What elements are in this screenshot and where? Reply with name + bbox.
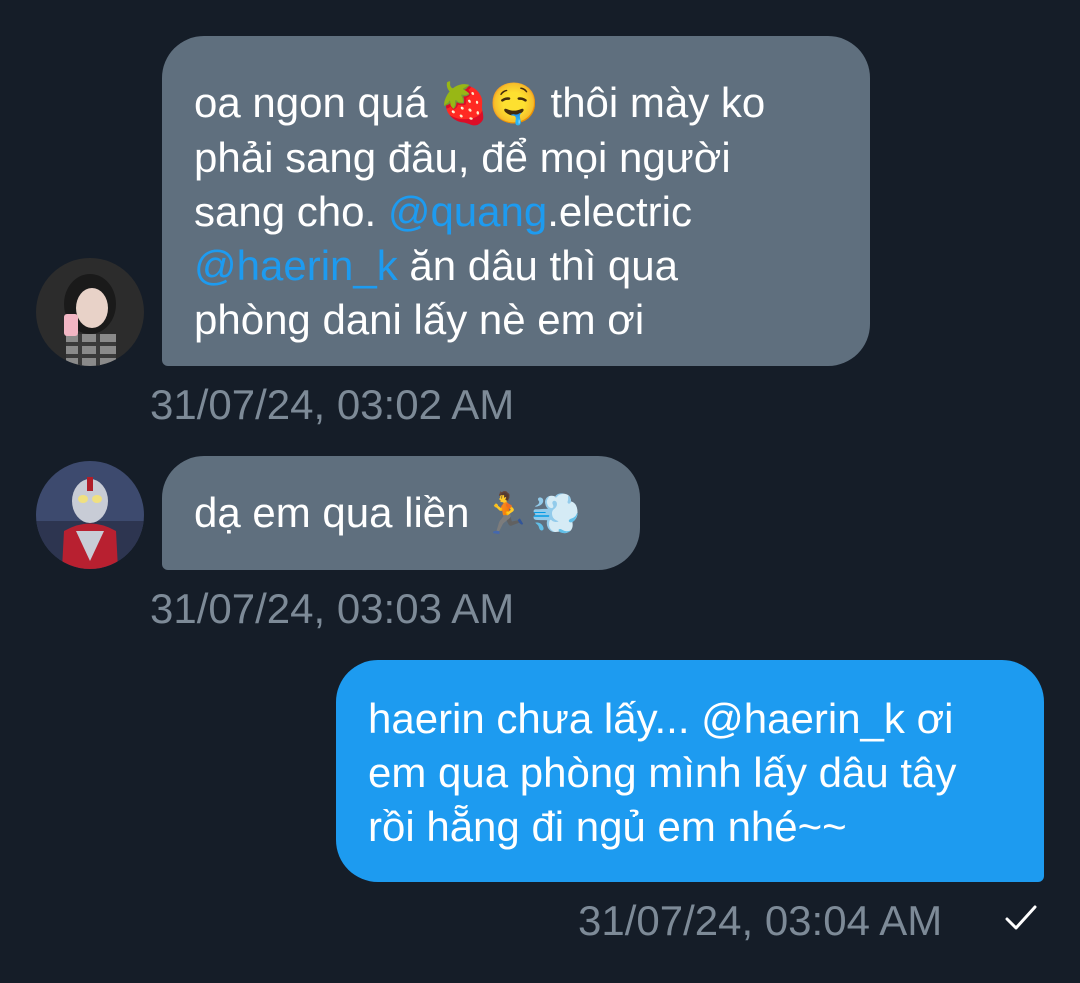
emoji: 🍓 xyxy=(439,81,490,127)
avatar[interactable] xyxy=(36,461,144,569)
message-timestamp: 31/07/24, 03:03 AM xyxy=(150,585,515,632)
message-line: dạ em qua liền 🏃💨 xyxy=(194,486,608,541)
mention-link[interactable]: @haerin_k xyxy=(194,242,398,289)
message-line: @haerin_k ăn dâu thì qua xyxy=(194,239,838,293)
message-text-segment: haerin chưa lấy... @haerin_k ơi xyxy=(368,695,954,742)
emoji: 🤤 xyxy=(489,81,539,127)
message-text-segment: oa ngon quá xyxy=(194,79,440,126)
emoji: 💨 xyxy=(531,491,581,537)
message-line: rồi hẵng đi ngủ em nhé~~ xyxy=(368,800,1012,854)
message-line: phải sang đâu, để mọi người xyxy=(194,131,838,185)
message-line: haerin chưa lấy... @haerin_k ơi xyxy=(368,692,1012,746)
message-text-segment: thôi mày ko xyxy=(538,79,766,126)
message-text: dạ em qua liền 🏃💨 xyxy=(194,486,608,541)
message-line: oa ngon quá 🍓🤤 thôi mày ko xyxy=(194,76,838,131)
avatar-photo xyxy=(36,258,144,366)
message-line: phòng dani lấy nè em ơi xyxy=(194,293,838,347)
message-timestamp: 31/07/24, 03:04 AM xyxy=(578,897,943,944)
emoji: 🏃 xyxy=(481,491,532,537)
message-text-segment: phải sang đâu, để mọi người xyxy=(194,134,731,181)
message-text-segment: sang cho. xyxy=(194,188,388,235)
message-text-segment: ăn dâu thì qua xyxy=(397,242,678,289)
message-text-segment: em qua phòng mình lấy dâu tây xyxy=(368,749,957,796)
avatar-photo xyxy=(36,461,144,569)
message-text: oa ngon quá 🍓🤤 thôi mày ko phải sang đâu,… xyxy=(194,76,838,347)
avatar[interactable] xyxy=(36,258,144,366)
check-icon xyxy=(1005,905,1037,930)
message-text-segment: rồi hẵng đi ngủ em nhé~~ xyxy=(368,803,847,850)
message-line: em qua phòng mình lấy dâu tây xyxy=(368,746,1012,800)
mention-link[interactable]: @quang xyxy=(388,188,547,235)
message-text-segment: dạ em qua liền xyxy=(194,489,482,536)
message-text-segment: .electric xyxy=(547,188,692,235)
message-line: sang cho. @quang.electric xyxy=(194,185,838,239)
message-text: haerin chưa lấy... @haerin_k ơi em qua ph… xyxy=(368,692,1012,854)
message-bubble-outgoing[interactable]: haerin chưa lấy... @haerin_k ơi em qua ph… xyxy=(336,660,1044,882)
message-text-segment: phòng dani lấy nè em ơi xyxy=(194,296,645,343)
message-bubble-incoming[interactable]: dạ em qua liền 🏃💨 xyxy=(162,456,640,570)
message-bubble-incoming[interactable]: oa ngon quá 🍓🤤 thôi mày ko phải sang đâu,… xyxy=(162,36,870,366)
message-timestamp: 31/07/24, 03:02 AM xyxy=(150,381,515,428)
